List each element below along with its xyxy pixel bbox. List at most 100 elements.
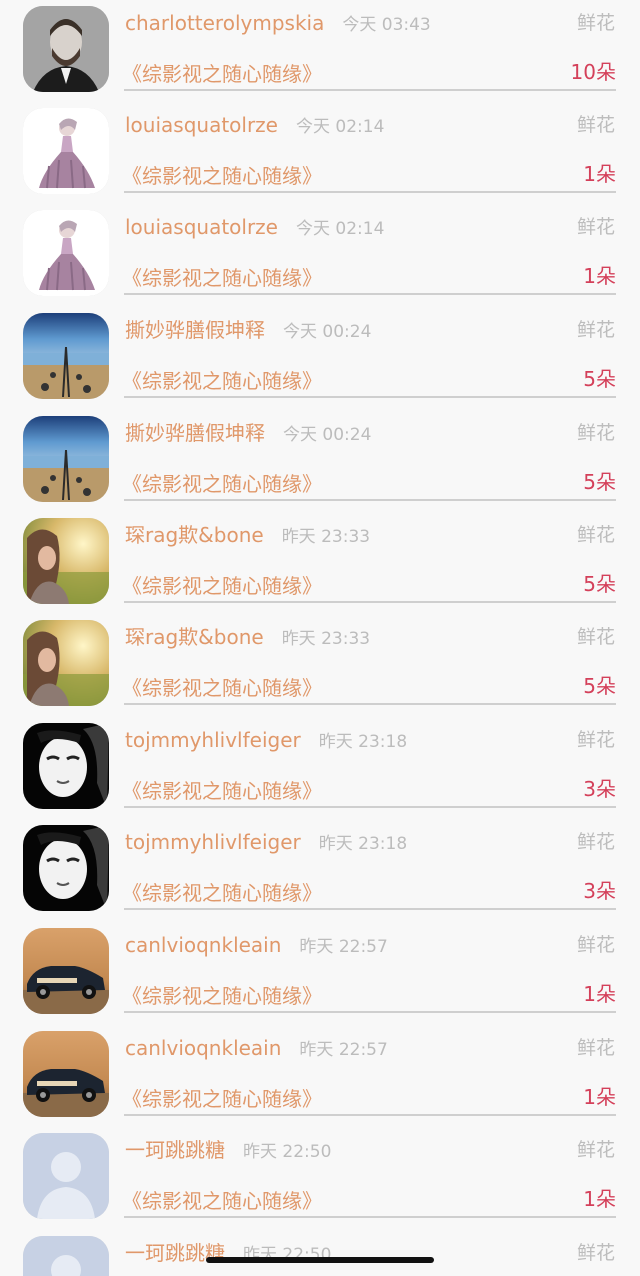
username[interactable]: canlvioqnkleain 昨天 22:57 — [125, 932, 388, 960]
home-indicator[interactable] — [206, 1257, 434, 1263]
gift-type-label: 鲜花 — [576, 831, 615, 853]
girl-sunset-avatar-icon[interactable] — [23, 518, 109, 604]
divider — [124, 499, 616, 501]
divider — [124, 293, 616, 295]
list-item[interactable]: 琛rag欺&bone 昨天 23:33 鲜花 《综影视之随心随缘》 5朵 — [0, 512, 640, 615]
bearded-man-avatar-icon[interactable] — [23, 6, 109, 92]
book-title[interactable]: 《综影视之随心随缘》 — [122, 572, 322, 600]
username[interactable]: louiasquatolrze 今天 02:14 — [125, 214, 384, 242]
book-title[interactable]: 《综影视之随心随缘》 — [122, 367, 322, 395]
username[interactable]: tojmmyhlivlfeiger 昨天 23:18 — [125, 727, 407, 755]
timestamp: 昨天 23:33 — [281, 527, 371, 547]
gift-type-label: 鲜花 — [576, 524, 615, 546]
default-user-avatar-icon[interactable] — [23, 1236, 109, 1276]
pier-sea-avatar-icon[interactable] — [23, 416, 109, 502]
list-item[interactable]: charlotterolympskia 今天 03:43 鲜花 《综影视之随心随缘… — [0, 0, 640, 103]
username[interactable]: 琛rag欺&bone 昨天 23:33 — [125, 522, 370, 550]
username[interactable]: louiasquatolrze 今天 02:14 — [125, 112, 384, 140]
timestamp: 今天 03:43 — [342, 15, 431, 35]
username[interactable]: 一珂跳跳糖 昨天 22:50 — [125, 1240, 331, 1268]
username[interactable]: tojmmyhlivlfeiger 昨天 23:18 — [125, 829, 407, 857]
list-item[interactable]: tojmmyhlivlfeiger 昨天 23:18 鲜花 《综影视之随心随缘》 … — [0, 717, 640, 820]
book-title[interactable]: 《综影视之随心随缘》 — [122, 1187, 322, 1215]
mask-face-avatar-icon[interactable] — [23, 723, 109, 809]
list-item[interactable]: 撕妙骅膳假坤释 今天 00:24 鲜花 《综影视之随心随缘》 5朵 — [0, 307, 640, 410]
gift-type-label: 鲜花 — [576, 12, 615, 34]
gift-type-label: 鲜花 — [576, 1037, 615, 1059]
username[interactable]: canlvioqnkleain 昨天 22:57 — [125, 1035, 388, 1063]
book-title[interactable]: 《综影视之随心随缘》 — [122, 879, 322, 907]
flower-count: 10朵 — [570, 60, 616, 84]
toy-car-avatar-icon[interactable] — [23, 1031, 109, 1117]
flower-count: 5朵 — [583, 470, 616, 494]
divider — [124, 806, 616, 808]
divider — [124, 1011, 616, 1013]
flower-count: 1朵 — [583, 162, 616, 186]
timestamp: 今天 02:14 — [296, 117, 385, 137]
username[interactable]: 琛rag欺&bone 昨天 23:33 — [125, 624, 370, 652]
divider — [124, 396, 616, 398]
divider — [124, 703, 616, 705]
list-item[interactable]: 撕妙骅膳假坤释 今天 00:24 鲜花 《综影视之随心随缘》 5朵 — [0, 410, 640, 513]
timestamp: 昨天 22:57 — [299, 1040, 388, 1060]
timestamp: 今天 02:14 — [296, 219, 385, 239]
gift-type-label: 鲜花 — [576, 729, 615, 751]
flower-count: 5朵 — [583, 367, 616, 391]
ballgown-girl-avatar-icon[interactable] — [23, 108, 109, 194]
list-item[interactable]: louiasquatolrze 今天 02:14 鲜花 《综影视之随心随缘》 1朵 — [0, 204, 640, 307]
list-item[interactable]: 琛rag欺&bone 昨天 23:33 鲜花 《综影视之随心随缘》 5朵 — [0, 614, 640, 717]
list-item[interactable]: 一珂跳跳糖 昨天 22:50 鲜花 — [0, 1230, 640, 1276]
flower-count: 1朵 — [583, 1187, 616, 1211]
username[interactable]: 撕妙骅膳假坤释 今天 00:24 — [125, 317, 371, 345]
toy-car-avatar-icon[interactable] — [23, 928, 109, 1014]
flower-gift-list: charlotterolympskia 今天 03:43 鲜花 《综影视之随心随缘… — [0, 0, 640, 1276]
book-title[interactable]: 《综影视之随心随缘》 — [122, 674, 322, 702]
flower-count: 1朵 — [583, 264, 616, 288]
book-title[interactable]: 《综影视之随心随缘》 — [122, 60, 322, 88]
list-item[interactable]: canlvioqnkleain 昨天 22:57 鲜花 《综影视之随心随缘》 1朵 — [0, 1025, 640, 1128]
book-title[interactable]: 《综影视之随心随缘》 — [122, 470, 322, 498]
gift-type-label: 鲜花 — [576, 1242, 615, 1264]
gift-type-label: 鲜花 — [576, 114, 615, 136]
timestamp: 昨天 23:18 — [318, 834, 408, 854]
divider — [124, 908, 616, 910]
username[interactable]: charlotterolympskia 今天 03:43 — [125, 10, 431, 38]
divider — [124, 1114, 616, 1116]
book-title[interactable]: 《综影视之随心随缘》 — [122, 162, 322, 190]
timestamp: 昨天 22:50 — [243, 1142, 332, 1162]
username[interactable]: 撕妙骅膳假坤释 今天 00:24 — [125, 420, 371, 448]
timestamp: 今天 00:24 — [283, 425, 372, 445]
girl-sunset-avatar-icon[interactable] — [23, 620, 109, 706]
mask-face-avatar-icon[interactable] — [23, 825, 109, 911]
flower-count: 3朵 — [583, 777, 616, 801]
gift-type-label: 鲜花 — [576, 216, 615, 238]
timestamp: 昨天 23:33 — [281, 629, 371, 649]
divider — [124, 601, 616, 603]
timestamp: 昨天 22:57 — [299, 937, 388, 957]
gift-type-label: 鲜花 — [576, 1139, 615, 1161]
list-item[interactable]: tojmmyhlivlfeiger 昨天 23:18 鲜花 《综影视之随心随缘》 … — [0, 819, 640, 922]
book-title[interactable]: 《综影视之随心随缘》 — [122, 1085, 322, 1113]
book-title[interactable]: 《综影视之随心随缘》 — [122, 777, 322, 805]
flower-count: 1朵 — [583, 982, 616, 1006]
flower-count: 5朵 — [583, 674, 616, 698]
book-title[interactable]: 《综影视之随心随缘》 — [122, 264, 322, 292]
divider — [124, 191, 616, 193]
username[interactable]: 一珂跳跳糖 昨天 22:50 — [125, 1137, 331, 1165]
gift-type-label: 鲜花 — [576, 934, 615, 956]
list-item[interactable]: 一珂跳跳糖 昨天 22:50 鲜花 《综影视之随心随缘》 1朵 — [0, 1127, 640, 1230]
flower-count: 5朵 — [583, 572, 616, 596]
list-item[interactable]: louiasquatolrze 今天 02:14 鲜花 《综影视之随心随缘》 1朵 — [0, 102, 640, 205]
divider — [124, 89, 616, 91]
ballgown-girl-avatar-icon[interactable] — [23, 210, 109, 296]
pier-sea-avatar-icon[interactable] — [23, 313, 109, 399]
timestamp: 今天 00:24 — [283, 322, 372, 342]
gift-type-label: 鲜花 — [576, 422, 615, 444]
gift-type-label: 鲜花 — [576, 319, 615, 341]
flower-count: 1朵 — [583, 1085, 616, 1109]
list-item[interactable]: canlvioqnkleain 昨天 22:57 鲜花 《综影视之随心随缘》 1朵 — [0, 922, 640, 1025]
timestamp: 昨天 23:18 — [318, 732, 408, 752]
book-title[interactable]: 《综影视之随心随缘》 — [122, 982, 322, 1010]
divider — [124, 1216, 616, 1218]
default-user-avatar-icon[interactable] — [23, 1133, 109, 1219]
